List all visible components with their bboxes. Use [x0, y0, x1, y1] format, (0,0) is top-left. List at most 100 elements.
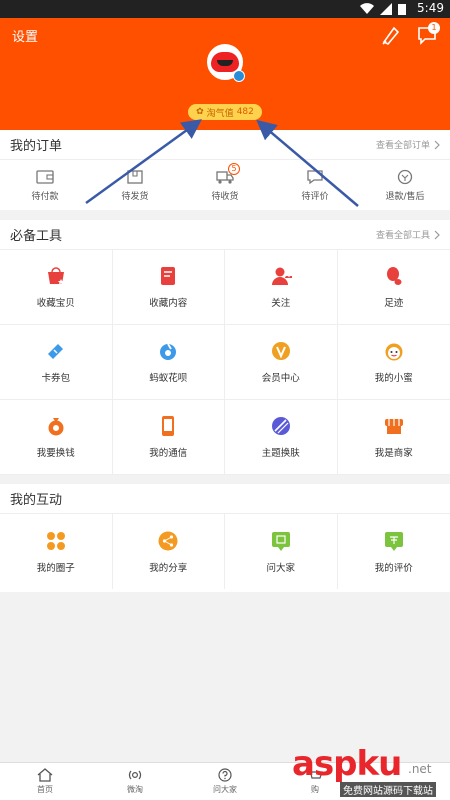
view-all-orders-label: 查看全部订单	[375, 141, 430, 151]
tool-label: 收藏宝贝	[36, 298, 75, 309]
tab-weitao[interactable]: 微淘	[90, 763, 180, 800]
tool-label: 我的通信	[149, 448, 188, 459]
favorite-bag-icon	[47, 267, 64, 285]
signal-icon	[380, 3, 392, 15]
orders-title: 我的订单	[10, 139, 63, 154]
tab-label: 首页	[37, 785, 53, 794]
comment-icon	[307, 169, 323, 184]
orders-row: 待付款 待发货 5 待收货 待评价 退款/售后	[0, 160, 450, 210]
tools-section: 必备工具 查看全部工具 收藏宝贝 收藏内容 关注 足迹 卡券包 蚂蚁花呗 会员中…	[0, 220, 450, 475]
interact-label: 我的圈子	[36, 562, 75, 574]
battery-icon	[398, 4, 406, 15]
weitao-icon	[128, 770, 142, 780]
interact-grid: 我的圈子 我的分享 问大家 我的评价	[0, 514, 450, 589]
tool-theme[interactable]: 主题换肤	[225, 400, 338, 475]
watermark-logo: aspku .net 免费网站源码下载站	[288, 742, 450, 800]
home-icon	[37, 768, 53, 782]
order-pending-ship[interactable]: 待发货	[90, 160, 180, 210]
review-icon	[384, 531, 403, 551]
message-badge: 1	[428, 22, 440, 34]
assistant-icon	[385, 343, 403, 361]
tools-grid: 收藏宝贝 收藏内容 关注 足迹 卡券包 蚂蚁花呗 会员中心 我的小蜜 我要换钱 …	[0, 250, 450, 475]
tab-label: 微淘	[127, 785, 143, 794]
status-time: 5:49	[417, 1, 444, 15]
tool-assistant[interactable]: 我的小蜜	[337, 325, 450, 400]
watermark-net: .net	[408, 762, 432, 776]
tool-merchant[interactable]: 我是商家	[337, 400, 450, 475]
profile-header: 设置 1 ✿ 淘气值 482	[0, 18, 450, 130]
tab-label: 问大家	[213, 785, 237, 794]
theme-icon	[271, 417, 290, 435]
tool-coupons[interactable]: 卡券包	[0, 325, 113, 400]
footprint-icon	[386, 267, 402, 285]
tool-label: 会员中心	[261, 373, 300, 384]
order-label: 待评价	[301, 191, 329, 202]
interact-label: 我的评价	[374, 562, 413, 574]
coupon-icon	[47, 344, 63, 359]
tool-favorite-items[interactable]: 收藏宝贝	[0, 250, 113, 325]
chevron-right-icon	[434, 230, 440, 239]
wifi-icon	[360, 3, 374, 15]
tools-title: 必备工具	[10, 229, 63, 244]
order-label: 退款/售后	[385, 191, 425, 202]
settings-button[interactable]: 设置	[12, 26, 38, 45]
interact-my-reviews[interactable]: 我的评价	[338, 514, 450, 589]
tool-label: 主题换肤	[261, 448, 300, 459]
tool-label: 收藏内容	[149, 298, 188, 309]
box-icon	[127, 169, 143, 184]
interact-header: 我的互动	[0, 484, 450, 514]
phone-icon	[162, 416, 175, 436]
order-pending-review[interactable]: 待评价	[270, 160, 360, 210]
order-refund[interactable]: 退款/售后	[360, 160, 450, 210]
status-icons	[360, 3, 406, 15]
watermark-brand: aspku	[292, 744, 402, 784]
tool-follow[interactable]: 关注	[225, 250, 338, 325]
follow-icon	[271, 267, 292, 285]
tool-label: 卡券包	[41, 373, 70, 384]
wallet-icon	[36, 169, 54, 184]
taoqi-icon: ✿	[196, 107, 204, 117]
interact-my-circles[interactable]: 我的圈子	[0, 514, 113, 589]
favorite-content-icon	[161, 267, 176, 285]
verified-badge-icon	[233, 70, 245, 82]
taoqi-label: 淘气值	[206, 108, 234, 119]
tool-vip-center[interactable]: 会员中心	[225, 325, 338, 400]
interact-my-shares[interactable]: 我的分享	[113, 514, 225, 589]
tab-home[interactable]: 首页	[0, 763, 90, 800]
circle-icon	[46, 531, 65, 550]
order-label: 待发货	[121, 191, 149, 202]
taoqi-value: 482	[236, 107, 254, 117]
order-label: 待付款	[31, 191, 59, 202]
tool-telecom[interactable]: 我的通信	[112, 400, 225, 475]
tool-label: 蚂蚁花呗	[149, 373, 188, 384]
interact-label: 我的分享	[149, 562, 188, 574]
interact-ask-everyone[interactable]: 问大家	[225, 514, 338, 589]
order-pending-receive[interactable]: 5 待收货	[180, 160, 270, 210]
tool-favorite-content[interactable]: 收藏内容	[112, 250, 225, 325]
skin-icon[interactable]	[380, 24, 402, 46]
order-label: 待收货	[211, 191, 239, 202]
tool-exchange-money[interactable]: 我要换钱	[0, 400, 113, 475]
view-all-tools-link[interactable]: 查看全部工具	[376, 228, 440, 241]
view-all-tools-label: 查看全部工具	[375, 231, 430, 241]
status-bar: 5:49	[0, 0, 450, 18]
refund-icon	[397, 169, 413, 184]
shop-icon	[384, 419, 403, 434]
huabei-icon	[160, 343, 177, 360]
tab-ask[interactable]: 问大家	[180, 763, 270, 800]
chevron-right-icon	[434, 140, 440, 149]
orders-section: 我的订单 查看全部订单 待付款 待发货 5 待收货 待评价 退款/售后	[0, 130, 450, 210]
orders-header: 我的订单 查看全部订单	[0, 130, 450, 160]
interact-section: 我的互动 我的圈子 我的分享 问大家 我的评价	[0, 484, 450, 592]
tools-header: 必备工具 查看全部工具	[0, 220, 450, 250]
tool-footprint[interactable]: 足迹	[337, 250, 450, 325]
share-icon	[158, 531, 178, 550]
taoqi-badge[interactable]: ✿ 淘气值 482	[188, 104, 262, 120]
order-pending-payment[interactable]: 待付款	[0, 160, 90, 210]
view-all-orders-link[interactable]: 查看全部订单	[376, 138, 440, 151]
order-count-badge: 5	[228, 162, 240, 175]
watermark-subtitle: 免费网站源码下载站	[340, 782, 436, 797]
tool-huabei[interactable]: 蚂蚁花呗	[112, 325, 225, 400]
tool-label: 足迹	[384, 298, 404, 309]
tool-label: 我要换钱	[36, 448, 75, 459]
